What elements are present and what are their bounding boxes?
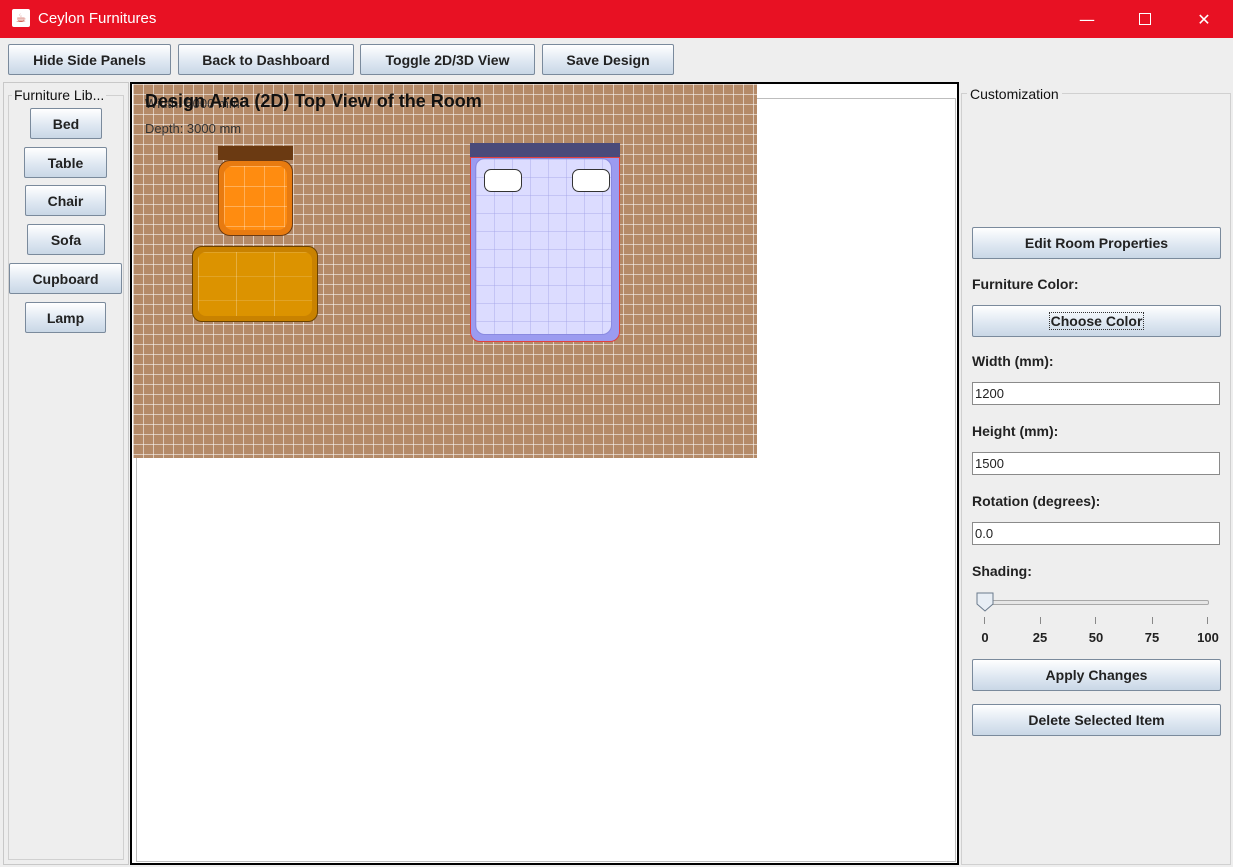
furniture-color-label: Furniture Color: bbox=[972, 276, 1079, 292]
sofa-cushion bbox=[198, 252, 312, 316]
height-label: Height (mm): bbox=[972, 423, 1059, 439]
library-title: Furniture Lib... bbox=[12, 87, 107, 103]
slider-tick bbox=[1040, 617, 1041, 624]
back-to-dashboard-button[interactable]: Back to Dashboard bbox=[178, 44, 354, 75]
choose-color-label: Choose Color bbox=[1048, 312, 1145, 330]
room-floor[interactable]: Width: 5000 mm Depth: 3000 mm Design Are… bbox=[133, 84, 757, 458]
delete-selected-item-button[interactable]: Delete Selected Item bbox=[972, 704, 1221, 736]
bed-mattress bbox=[475, 158, 612, 335]
design-area[interactable]: Width: 5000 mm Depth: 3000 mm Design Are… bbox=[130, 82, 959, 865]
bed-headboard[interactable] bbox=[470, 143, 620, 157]
shading-slider-track[interactable] bbox=[979, 600, 1209, 605]
window-title: Ceylon Furnitures bbox=[38, 10, 157, 27]
save-design-button[interactable]: Save Design bbox=[542, 44, 674, 75]
slider-tick-label: 25 bbox=[1032, 630, 1048, 645]
customization-panel: Customization Edit Room Properties Furni… bbox=[961, 82, 1231, 865]
choose-color-button[interactable]: Choose Color bbox=[972, 305, 1221, 337]
furniture-library-panel: Furniture Lib... Bed Table Chair Sofa Cu… bbox=[3, 82, 129, 865]
slider-tick-label: 100 bbox=[1197, 630, 1219, 645]
java-cup-icon: ☕ bbox=[12, 9, 30, 27]
maximize-icon[interactable] bbox=[1116, 0, 1174, 38]
width-label: Width (mm): bbox=[972, 353, 1054, 369]
slider-tick bbox=[1207, 617, 1208, 624]
bed-item-selected[interactable] bbox=[470, 157, 620, 342]
title-bar: ☕ Ceylon Furnitures — ✕ bbox=[0, 0, 1233, 38]
slider-tick-label: 75 bbox=[1144, 630, 1160, 645]
slider-tick bbox=[1095, 617, 1096, 624]
apply-changes-button[interactable]: Apply Changes bbox=[972, 659, 1221, 691]
add-table-button[interactable]: Table bbox=[24, 147, 107, 178]
slider-tick bbox=[984, 617, 985, 624]
close-icon[interactable]: ✕ bbox=[1175, 0, 1233, 38]
shading-slider-thumb[interactable] bbox=[976, 592, 994, 612]
slider-tick bbox=[1152, 617, 1153, 624]
height-field[interactable]: 1500 bbox=[972, 452, 1220, 475]
add-chair-button[interactable]: Chair bbox=[25, 185, 106, 216]
bed-pillow-right bbox=[572, 169, 610, 192]
chair-cushion bbox=[224, 166, 287, 230]
customization-border bbox=[961, 93, 1231, 865]
edit-room-properties-button[interactable]: Edit Room Properties bbox=[972, 227, 1221, 259]
toggle-view-button[interactable]: Toggle 2D/3D View bbox=[360, 44, 535, 75]
customization-title: Customization bbox=[967, 86, 1062, 102]
hide-side-panels-button[interactable]: Hide Side Panels bbox=[8, 44, 171, 75]
rotation-field[interactable]: 0.0 bbox=[972, 522, 1220, 545]
design-area-title: Design Area (2D) Top View of the Room bbox=[145, 91, 482, 111]
add-lamp-button[interactable]: Lamp bbox=[25, 302, 106, 333]
rotation-label: Rotation (degrees): bbox=[972, 493, 1101, 509]
room-depth-label: Depth: 3000 mm bbox=[145, 121, 242, 136]
slider-tick-label: 0 bbox=[981, 630, 989, 645]
minimize-icon[interactable]: — bbox=[1058, 0, 1116, 38]
bed-pillow-left bbox=[484, 169, 522, 192]
width-field[interactable]: 1200 bbox=[972, 382, 1220, 405]
sofa-item[interactable] bbox=[192, 246, 318, 322]
add-cupboard-button[interactable]: Cupboard bbox=[9, 263, 122, 294]
add-sofa-button[interactable]: Sofa bbox=[27, 224, 105, 255]
chair-backrest[interactable] bbox=[218, 146, 293, 160]
add-bed-button[interactable]: Bed bbox=[30, 108, 102, 139]
slider-tick-label: 50 bbox=[1088, 630, 1104, 645]
shading-label: Shading: bbox=[972, 563, 1032, 579]
chair-item[interactable] bbox=[218, 160, 293, 236]
